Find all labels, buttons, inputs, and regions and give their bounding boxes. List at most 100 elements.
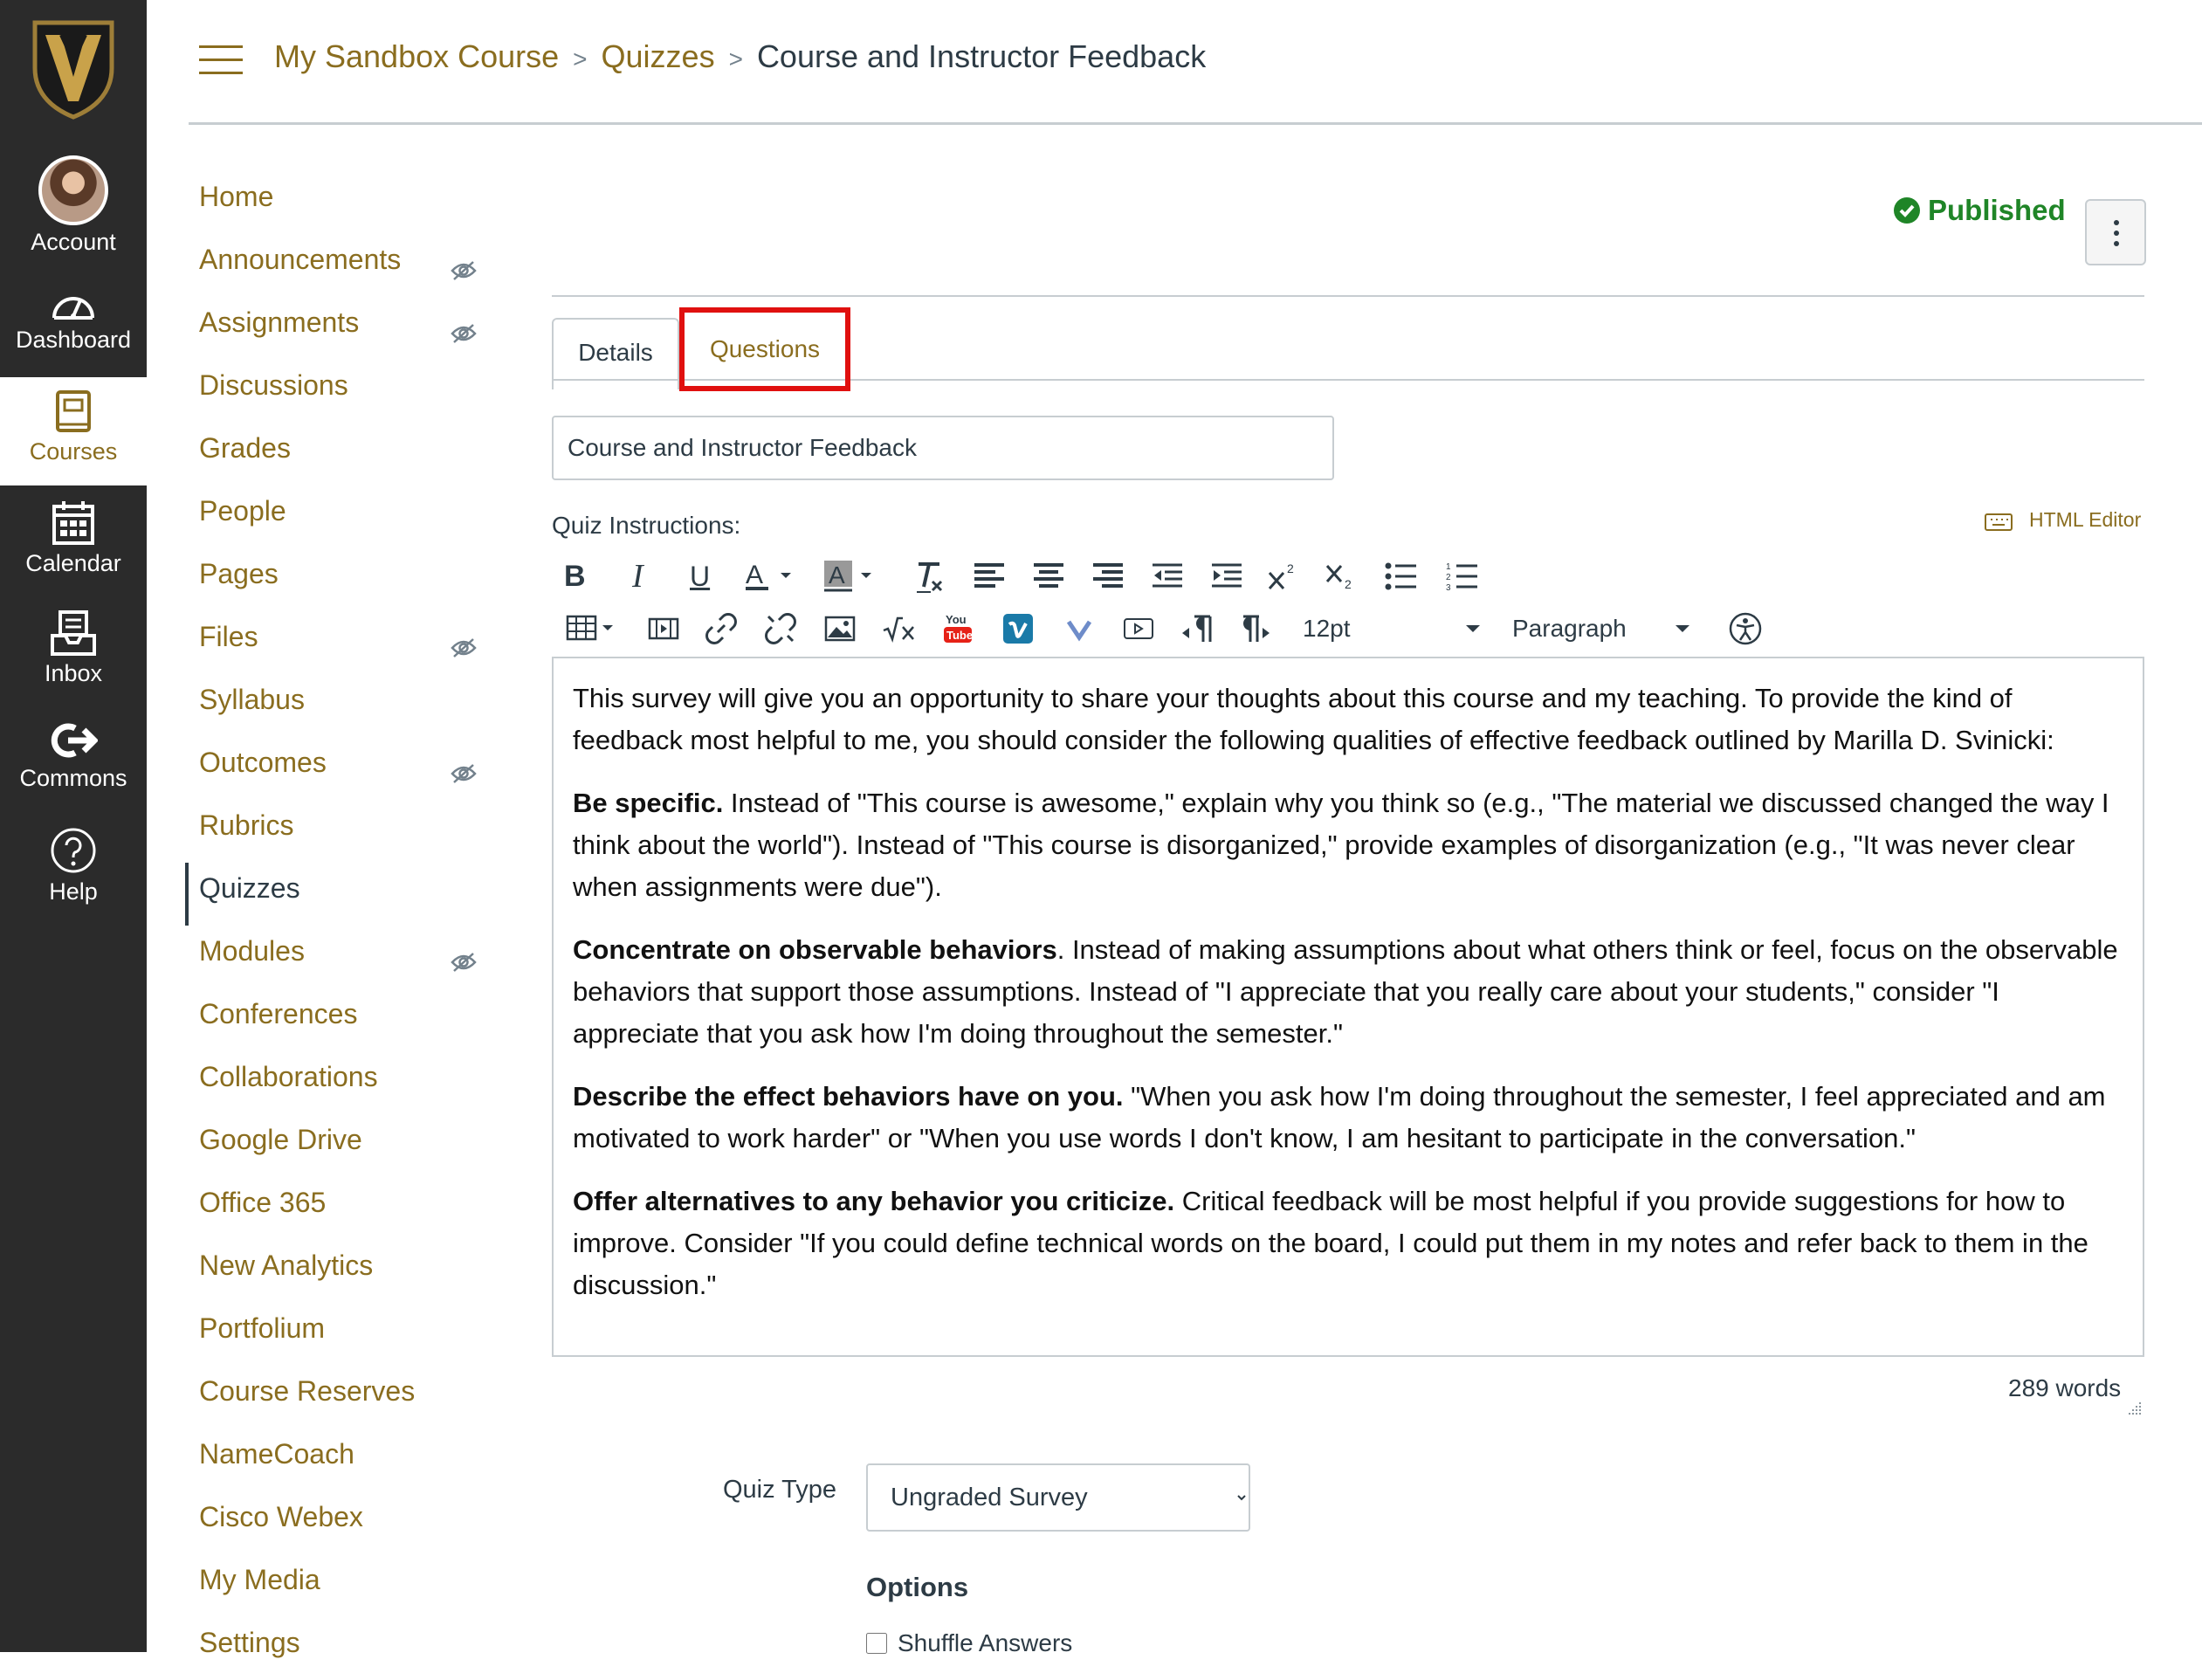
tab-questions[interactable]: Questions <box>679 307 850 391</box>
global-nav-label: Courses <box>29 438 118 465</box>
calendar-icon <box>52 501 94 545</box>
table-icon[interactable] <box>566 604 618 653</box>
course-nav: Home Announcements Assignments Discussions G… <box>185 171 477 1680</box>
subscript-icon[interactable]: 2 <box>1324 552 1359 601</box>
accessibility-checker-icon[interactable] <box>1729 604 1762 653</box>
course-nav-item-grades[interactable]: Grades <box>189 423 477 485</box>
course-nav-item-portfolium[interactable]: Portfolium <box>189 1303 477 1366</box>
course-nav-label: Files <box>199 621 258 652</box>
indent-icon[interactable] <box>1210 552 1243 601</box>
global-nav-commons[interactable]: Commons <box>0 720 147 792</box>
chevron-down-icon <box>1465 625 1480 632</box>
paragraph-lead: Offer alternatives to any behavior you c… <box>573 1186 1175 1216</box>
course-nav-item-discussions[interactable]: Discussions <box>189 360 477 423</box>
background-color-icon[interactable]: A <box>824 552 877 601</box>
font-size-select[interactable]: 12pt <box>1303 604 1482 653</box>
resize-handle-icon[interactable] <box>2127 1401 2143 1416</box>
unlink-icon[interactable] <box>765 604 796 653</box>
align-left-icon[interactable] <box>973 552 1006 601</box>
clear-formatting-icon[interactable] <box>913 552 948 601</box>
course-nav-item-rubrics[interactable]: Rubrics <box>189 800 477 863</box>
ltr-direction-icon[interactable] <box>1180 604 1212 653</box>
course-nav-label: Google Drive <box>199 1124 362 1155</box>
italic-icon[interactable]: I <box>632 552 643 601</box>
image-icon[interactable] <box>824 604 856 653</box>
course-nav-item-conferences[interactable]: Conferences <box>189 988 477 1051</box>
equation-icon[interactable] <box>882 604 917 653</box>
quiz-title-input[interactable] <box>552 416 1334 480</box>
course-nav-item-syllabus[interactable]: Syllabus <box>189 674 477 737</box>
course-nav-label: Portfolium <box>199 1312 326 1344</box>
align-right-icon[interactable] <box>1091 552 1125 601</box>
course-nav-item-outcomes[interactable]: Outcomes <box>189 737 477 800</box>
university-logo[interactable] <box>26 16 120 120</box>
bullet-list-icon[interactable] <box>1385 552 1418 601</box>
course-nav-item-announcements[interactable]: Announcements <box>189 234 477 297</box>
word-count: 289 words <box>2008 1374 2122 1401</box>
course-nav-item-quizzes[interactable]: Quizzes <box>185 863 477 926</box>
global-nav-dashboard[interactable]: Dashboard <box>0 285 147 354</box>
global-nav-inbox[interactable]: Inbox <box>0 609 147 687</box>
font-color-icon[interactable]: A <box>744 552 796 601</box>
global-nav-calendar[interactable]: Calendar <box>0 499 147 577</box>
course-nav-label: Outcomes <box>199 747 327 778</box>
svg-text:Tube: Tube <box>946 629 973 642</box>
breadcrumb: My Sandbox Course > Quizzes > Course and Ins… <box>274 38 1206 75</box>
course-nav-item-assignments[interactable]: Assignments <box>189 297 477 360</box>
more-options-button[interactable] <box>2085 199 2146 265</box>
hidden-eye-icon <box>451 309 477 360</box>
shuffle-answers-option[interactable]: Shuffle Answers <box>866 1629 1072 1657</box>
course-nav-item-pages[interactable]: Pages <box>189 548 477 611</box>
course-nav-item-people[interactable]: People <box>189 485 477 548</box>
quiz-type-label: Quiz Type <box>723 1476 837 1504</box>
course-nav-item-cisco-webex[interactable]: Cisco Webex <box>189 1491 477 1554</box>
superscript-icon[interactable]: 2 <box>1266 552 1301 601</box>
underline-icon[interactable]: U <box>690 552 710 601</box>
chevron-down-icon <box>1675 625 1689 632</box>
shuffle-answers-label: Shuffle Answers <box>898 1629 1073 1656</box>
link-icon[interactable] <box>705 604 737 653</box>
course-nav-item-google-drive[interactable]: Google Drive <box>189 1114 477 1177</box>
breadcrumb-quizzes-link[interactable]: Quizzes <box>602 38 715 74</box>
course-nav-item-new-analytics[interactable]: New Analytics <box>189 1240 477 1303</box>
block-format-select[interactable]: Paragraph <box>1512 604 1691 653</box>
course-nav-label: New Analytics <box>199 1250 374 1281</box>
course-nav-item-modules[interactable]: Modules <box>189 926 477 988</box>
course-nav-item-namecoach[interactable]: NameCoach <box>189 1429 477 1491</box>
shuffle-answers-checkbox[interactable] <box>866 1633 887 1654</box>
breadcrumb-course-link[interactable]: My Sandbox Course <box>274 38 559 74</box>
media-icon[interactable] <box>648 604 679 653</box>
course-nav-item-files[interactable]: Files <box>189 611 477 674</box>
align-center-icon[interactable] <box>1032 552 1065 601</box>
vimeo-alt-icon[interactable] <box>1065 604 1093 653</box>
breadcrumb-current: Course and Instructor Feedback <box>756 38 1207 74</box>
course-nav-item-office-365[interactable]: Office 365 <box>189 1177 477 1240</box>
global-nav-help[interactable]: Help <box>0 826 147 905</box>
course-nav-item-collaborations[interactable]: Collaborations <box>189 1051 477 1114</box>
course-nav-item-course-reserves[interactable]: Course Reserves <box>189 1366 477 1429</box>
html-editor-toggle[interactable]: HTML Editor <box>1984 508 2141 532</box>
bold-icon[interactable]: B <box>564 552 586 601</box>
quiz-type-select[interactable]: Ungraded Survey <box>866 1463 1250 1532</box>
svg-text:3: 3 <box>1446 583 1451 591</box>
course-nav-item-settings[interactable]: Settings <box>189 1617 477 1680</box>
course-nav-label: NameCoach <box>199 1438 354 1470</box>
video-embed-icon[interactable] <box>1123 604 1154 653</box>
course-nav-item-my-media[interactable]: My Media <box>189 1554 477 1617</box>
vimeo-icon[interactable] <box>1002 604 1034 653</box>
course-nav-item-home[interactable]: Home <box>189 171 477 234</box>
published-status[interactable]: Published <box>1893 194 2066 227</box>
global-nav-courses[interactable]: Courses <box>0 377 147 485</box>
global-nav-account[interactable]: Account <box>0 155 147 256</box>
course-nav-label: Conferences <box>199 998 358 1029</box>
check-circle-icon <box>1894 197 1920 224</box>
youtube-icon[interactable]: You Tube <box>943 604 973 653</box>
hamburger-menu-icon[interactable] <box>199 45 243 75</box>
hidden-eye-icon <box>451 623 477 674</box>
quiz-instructions-label: Quiz Instructions: <box>552 512 741 539</box>
rtl-direction-icon[interactable] <box>1240 604 1271 653</box>
numbered-list-icon[interactable]: 123 <box>1446 552 1479 601</box>
outdent-icon[interactable] <box>1151 552 1184 601</box>
course-nav-label: My Media <box>199 1564 320 1595</box>
rich-content-editor[interactable]: This survey will give you an opportunity… <box>552 657 2144 1357</box>
